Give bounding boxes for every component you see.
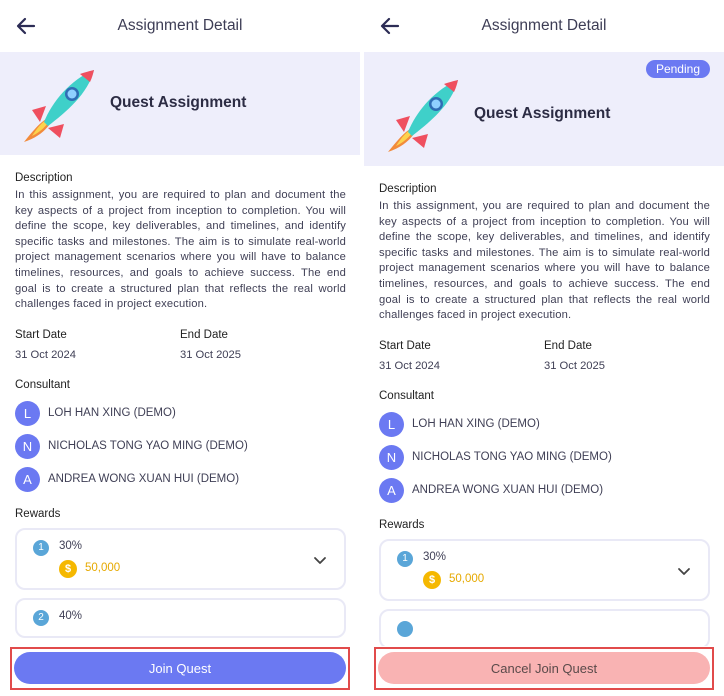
quest-title: Quest Assignment (474, 105, 611, 122)
avatar: A (15, 466, 40, 492)
start-date-label: Start Date (15, 328, 67, 341)
reward-card[interactable]: 2 40% (15, 597, 346, 638)
rewards-section: Rewards 1 30% $ 50,000 2 40% (15, 508, 346, 638)
consultant-item: A ANDREA WONG XUAN HUI (DEMO) (379, 474, 710, 507)
end-date-value: 31 Oct 2025 (180, 348, 241, 361)
reward-amount: 50,000 (449, 572, 485, 585)
assignment-content: Description In this assignment, you are … (15, 172, 346, 638)
cancel-join-quest-button[interactable]: Cancel Join Quest (378, 652, 710, 684)
avatar: L (379, 411, 404, 437)
reward-card[interactable]: 1 30% $ 50,000 (379, 538, 710, 601)
end-date-label: End Date (544, 339, 592, 352)
description-text: In this assignment, you are required to … (15, 189, 346, 311)
consultant-list: Consultant L LOH HAN XING (DEMO) N NICHO… (379, 390, 710, 507)
start-date-label: Start Date (379, 339, 431, 352)
reward-percent: 30% (423, 550, 447, 563)
rocket-icon (24, 70, 94, 142)
rewards-label: Rewards (379, 518, 425, 531)
assignment-content: Description In this assignment, you are … (379, 183, 710, 649)
consultant-name: NICHOLAS TONG YAO MING (DEMO) (48, 440, 248, 453)
consultant-item: N NICHOLAS TONG YAO MING (DEMO) (15, 430, 346, 463)
consultant-label: Consultant (379, 389, 434, 402)
quest-header: Pending Quest Assignment (364, 52, 724, 166)
chevron-down-icon[interactable] (676, 563, 692, 579)
consultant-label: Consultant (15, 378, 70, 391)
consultant-item: A ANDREA WONG XUAN HUI (DEMO) (15, 463, 346, 496)
rewards-label: Rewards (15, 507, 61, 520)
rewards-section: Rewards 1 30% $ 50,000 (379, 519, 710, 649)
avatar: A (379, 477, 404, 503)
consultant-name: ANDREA WONG XUAN HUI (DEMO) (48, 473, 240, 486)
reward-card[interactable] (379, 608, 710, 649)
consultant-item: N NICHOLAS TONG YAO MING (DEMO) (379, 441, 710, 474)
reward-rank-badge: 1 (33, 539, 49, 556)
consultant-item: L LOH HAN XING (DEMO) (379, 408, 710, 441)
consultant-name: LOH HAN XING (DEMO) (48, 407, 176, 420)
reward-rank-badge (397, 620, 413, 637)
reward-rank-badge: 1 (397, 550, 413, 567)
reward-card[interactable]: 1 30% $ 50,000 (15, 527, 346, 590)
consultant-list: Consultant L LOH HAN XING (DEMO) N NICHO… (15, 379, 346, 496)
end-date-value: 31 Oct 2025 (544, 359, 605, 372)
quest-title: Quest Assignment (110, 94, 247, 111)
reward-rank-badge: 2 (33, 609, 49, 626)
consultant-name: ANDREA WONG XUAN HUI (DEMO) (412, 484, 604, 497)
avatar: N (15, 433, 40, 459)
consultant-name: NICHOLAS TONG YAO MING (DEMO) (412, 451, 612, 464)
bottom-action-bar: Join Quest (0, 646, 360, 696)
coin-icon: $ (423, 570, 441, 589)
page-title: Assignment Detail (117, 17, 243, 34)
assignment-detail-screen-before-join: Assignment Detail Quest Assignment Descr… (0, 0, 360, 696)
description-label: Description (15, 172, 73, 184)
bottom-action-bar: Cancel Join Quest (364, 646, 724, 696)
chevron-down-icon[interactable] (312, 552, 328, 568)
end-date-label: End Date (180, 328, 228, 341)
rocket-icon (388, 80, 458, 152)
status-badge: Pending (645, 60, 710, 78)
avatar: L (15, 400, 40, 426)
join-quest-button[interactable]: Join Quest (14, 652, 346, 684)
top-app-bar: Assignment Detail (364, 0, 724, 52)
reward-percent: 40% (59, 609, 83, 622)
avatar: N (379, 444, 404, 470)
date-range: Start Date 31 Oct 2024 End Date 31 Oct 2… (15, 329, 346, 361)
consultant-item: L LOH HAN XING (DEMO) (15, 397, 346, 430)
date-range: Start Date 31 Oct 2024 End Date 31 Oct 2… (379, 340, 710, 372)
consultant-name: LOH HAN XING (DEMO) (412, 418, 540, 431)
assignment-detail-screen-pending: Assignment Detail Pending Quest Assignme… (364, 0, 724, 696)
reward-amount: 50,000 (85, 561, 121, 574)
start-date-value: 31 Oct 2024 (379, 359, 440, 372)
description-label: Description (379, 183, 437, 195)
page-title: Assignment Detail (481, 17, 607, 34)
coin-icon: $ (59, 559, 77, 578)
description-text: In this assignment, you are required to … (379, 200, 710, 322)
quest-header: Quest Assignment (0, 52, 360, 155)
reward-percent: 30% (59, 539, 83, 552)
start-date-value: 31 Oct 2024 (15, 348, 76, 361)
top-app-bar: Assignment Detail (0, 0, 360, 52)
